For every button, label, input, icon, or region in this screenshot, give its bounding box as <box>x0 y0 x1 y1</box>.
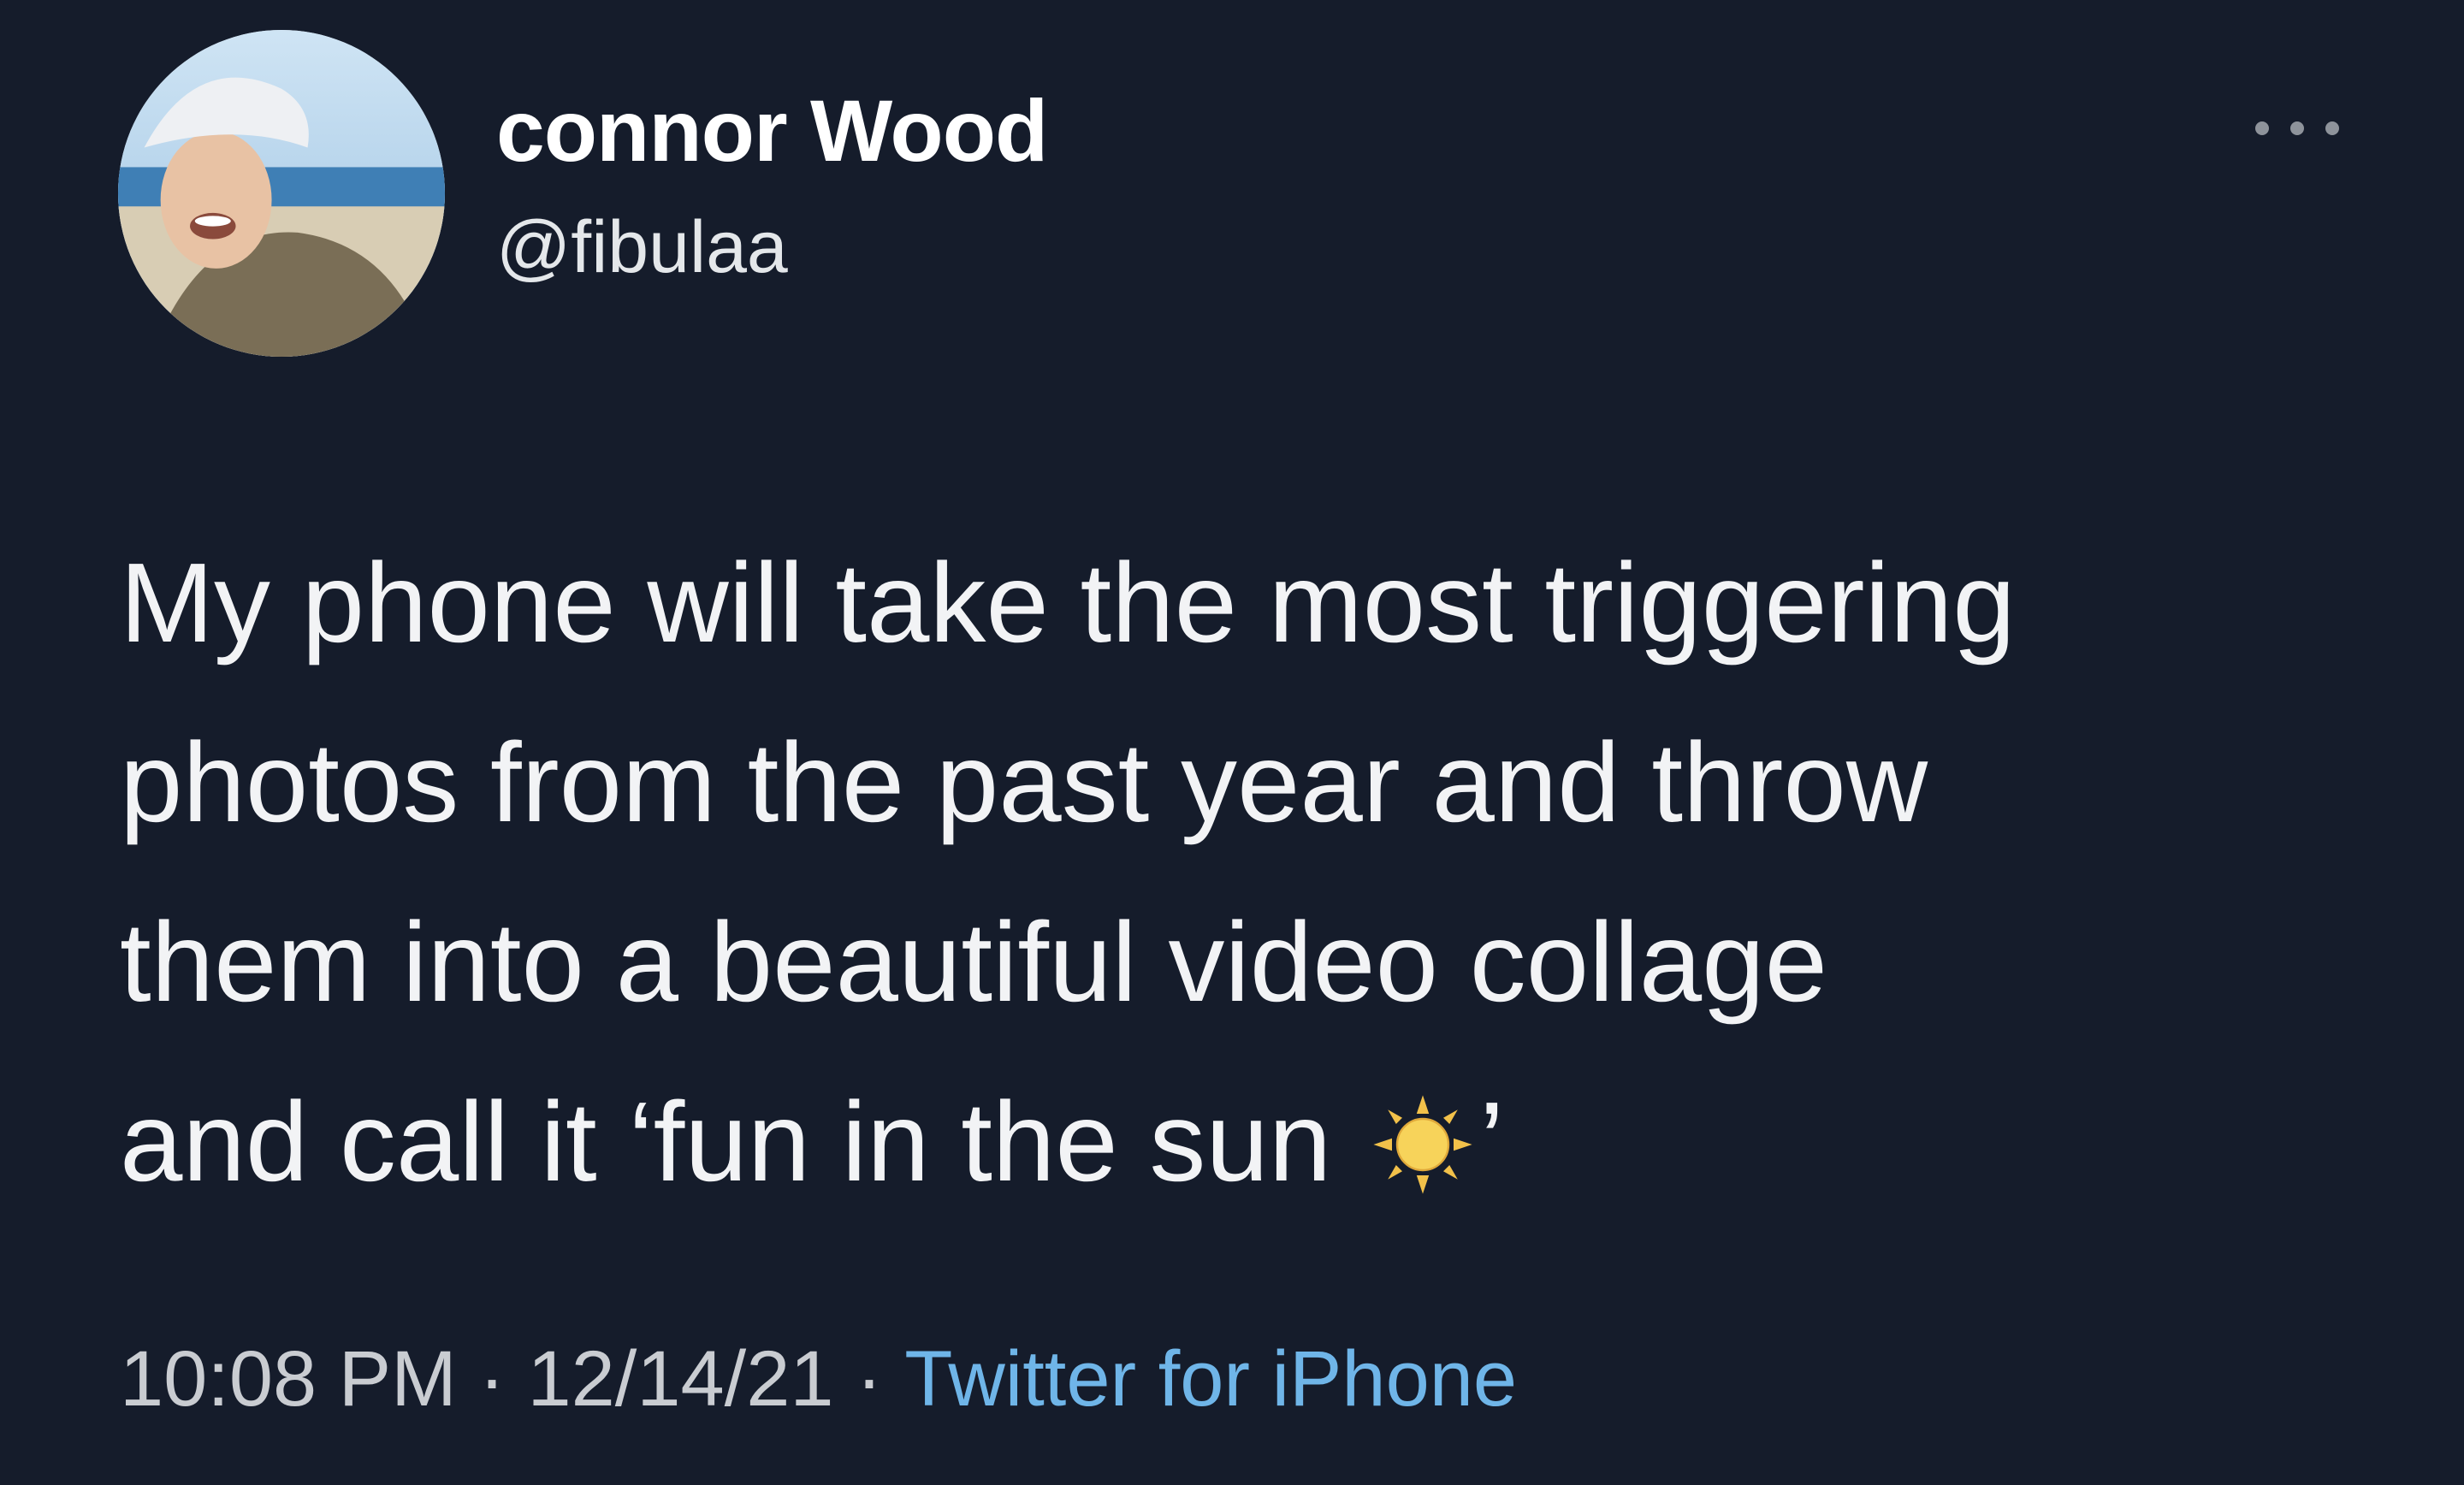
tweet-date[interactable]: 12/14/21 <box>527 1335 833 1423</box>
avatar[interactable] <box>118 30 445 357</box>
tweet-text-fragment: and call it ‘fun in the sun <box>120 1079 1332 1204</box>
tweet-text-line: them into a beautiful video collage <box>120 899 1827 1025</box>
tweet-card: connor Wood @fibulaa My phone will take … <box>0 0 2464 1485</box>
tweet-text: My phone will take the most triggering p… <box>120 513 2396 1232</box>
avatar-photo <box>118 30 445 357</box>
sun-icon <box>1371 1093 1474 1196</box>
tweet-meta: 10:08 PM · 12/14/21 · Twitter for iPhone <box>120 1334 1517 1424</box>
meta-separator: · <box>478 1335 506 1423</box>
meta-separator: · <box>856 1335 883 1423</box>
tweet-text-line: My phone will take the most triggering <box>120 540 2016 666</box>
closing-quote: ’ <box>1478 1079 1505 1204</box>
user-handle[interactable]: @fibulaa <box>496 205 788 290</box>
tweet-text-line: photos from the past year and throw <box>120 719 1928 845</box>
tweet-time[interactable]: 10:08 PM <box>120 1335 457 1423</box>
display-name[interactable]: connor Wood <box>496 81 1048 181</box>
ellipsis-icon[interactable] <box>2250 111 2344 145</box>
tweet-text-line-last: and call it ‘fun in the sun ’ <box>120 1052 2396 1232</box>
tweet-source-link[interactable]: Twitter for iPhone <box>904 1335 1517 1423</box>
